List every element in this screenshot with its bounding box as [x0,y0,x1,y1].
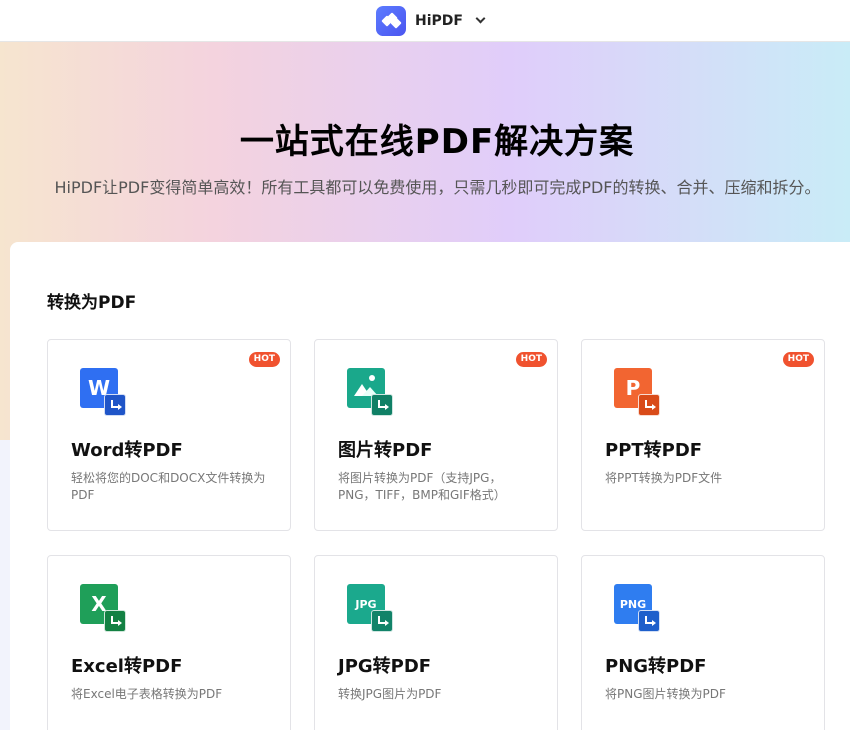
tool-title: 图片转PDF [338,440,433,461]
jpg-to-pdf-icon: JPG [347,584,395,636]
hot-badge: HOT [248,352,280,367]
tool-title: PNG转PDF [605,656,707,677]
tool-card-ppt-to-pdf[interactable]: HOT P PPT转PDF 将PPT转换为PDF文件 [581,339,825,531]
page-title: 一站式在线PDF解决方案 [239,122,635,162]
hot-badge: HOT [782,352,814,367]
hot-badge: HOT [515,352,547,367]
tools-panel: 转换为PDF HOT W Word转PDF 轻松将您的DOC和DOCX文件转换为… [10,242,850,730]
tool-card-word-to-pdf[interactable]: HOT W Word转PDF 轻松将您的DOC和DOCX文件转换为PDF [47,339,291,531]
tool-description: 轻松将您的DOC和DOCX文件转换为PDF [71,471,266,502]
tool-description: 转换JPG图片为PDF [338,687,442,701]
tool-card-excel-to-pdf[interactable]: X Excel转PDF 将Excel电子表格转换为PDF [47,555,291,730]
tool-card-png-to-pdf[interactable]: PNG PNG转PDF 将PNG图片转换为PDF [581,555,825,730]
hipdf-logo-icon [376,5,407,36]
tool-title: Word转PDF [71,440,183,461]
word-to-pdf-icon: W [80,368,128,420]
png-to-pdf-icon: PNG [614,584,662,636]
excel-to-pdf-icon: X [80,584,128,636]
chevron-down-icon [475,13,486,24]
tool-title: Excel转PDF [71,656,183,677]
top-navbar: HiPDF [0,0,850,42]
tool-title: JPG转PDF [338,656,432,677]
tool-title: PPT转PDF [605,440,703,461]
section-title: 转换为PDF [47,293,137,313]
tool-card-image-to-pdf[interactable]: HOT 图片转PDF 将图片转换为PDF（支持JPG，PNG，TIFF，BMP和… [314,339,558,531]
tool-description: 将图片转换为PDF（支持JPG，PNG，TIFF，BMP和GIF格式） [338,471,506,502]
brand-name: HiPDF [415,12,463,29]
hero-subtitle: HiPDF让PDF变得简单高效！所有工具都可以免费使用，只需几秒即可完成PDF的… [54,178,821,197]
ppt-to-pdf-icon: P [614,368,662,420]
tool-description: 将PPT转换为PDF文件 [605,471,723,485]
tool-description: 将PNG图片转换为PDF [605,687,726,701]
tool-card-jpg-to-pdf[interactable]: JPG JPG转PDF 转换JPG图片为PDF [314,555,558,730]
tool-description: 将Excel电子表格转换为PDF [71,687,223,701]
image-to-pdf-icon [347,368,395,420]
product-switcher[interactable]: HiPDF [376,5,486,36]
